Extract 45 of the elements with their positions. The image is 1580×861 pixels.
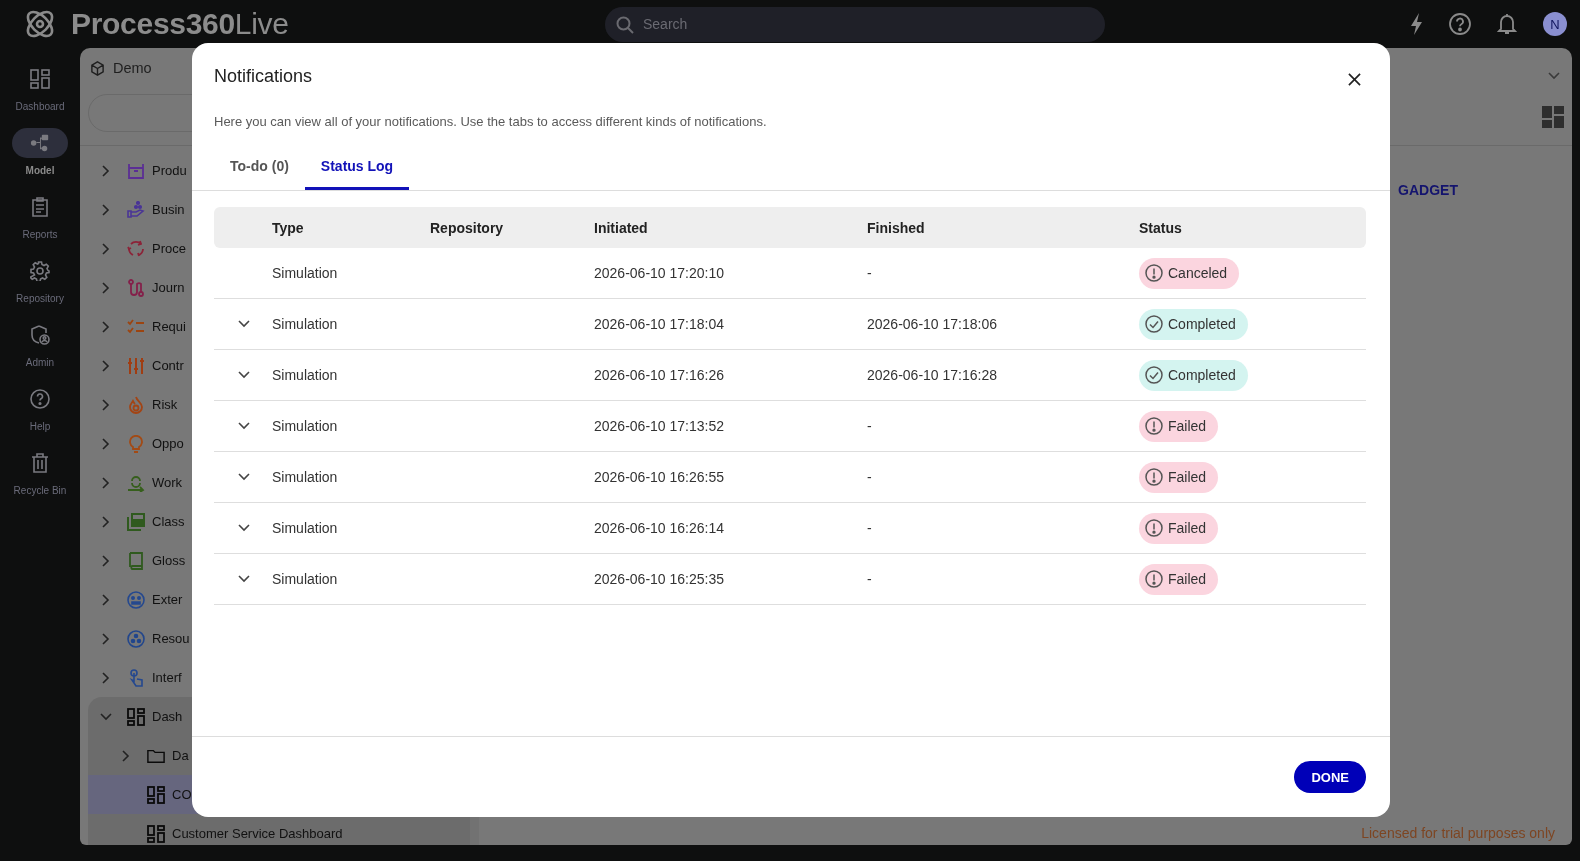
app-logo: Process360Live [71, 7, 289, 41]
nav-label: Recycle Bin [13, 484, 67, 498]
column-header: Type [272, 219, 305, 236]
table-cell-text: 2026-06-10 17:13:52 [594, 418, 725, 434]
table-cell-text: Simulation [272, 265, 339, 281]
status-badge: Completed [1139, 308, 1248, 340]
table-cell-text: 2026-06-10 16:25:35 [594, 571, 725, 587]
nav-label: Model [25, 164, 55, 178]
table-cell-text: 2026-06-10 17:18:04 [594, 316, 725, 332]
table-cell-text: - [867, 571, 873, 587]
status-badge: Failed [1139, 563, 1219, 595]
table-cell-text: 2026-06-10 16:26:55 [594, 469, 725, 485]
table-cell-text: - [867, 418, 873, 434]
nav-label: Help [29, 420, 51, 434]
table-cell-text: Simulation [272, 418, 339, 434]
column-header: Status [1139, 219, 1183, 236]
column-header: Repository [430, 219, 505, 236]
status-badge: Failed [1139, 410, 1219, 442]
table-cell-text: Simulation [272, 316, 339, 332]
table-cell-text: - [867, 520, 873, 536]
column-header: Finished [867, 219, 926, 236]
column-header: Initiated [594, 219, 649, 236]
table-cell-text: 2026-06-10 17:18:06 [867, 316, 998, 332]
repository-title: Demo [113, 60, 152, 76]
nav-label: Reports [22, 228, 58, 242]
table-cell-text: 2026-06-10 17:20:10 [594, 265, 725, 281]
table-cell-text: 2026-06-10 17:16:28 [867, 367, 998, 383]
nav-label: Admin [25, 356, 55, 370]
dialog-description: Here you can view all of your notifications. Use the tabs to access different kinds of notifications. [214, 113, 768, 131]
table-cell-text: - [867, 469, 873, 485]
status-badge: Failed [1139, 512, 1219, 544]
status-badge: Completed [1139, 359, 1248, 391]
table-cell-text: Simulation [272, 367, 339, 383]
table-cell-text: - [867, 265, 873, 281]
status-badge: Failed [1139, 461, 1219, 493]
table-cell-text: 2026-06-10 17:16:26 [594, 367, 725, 383]
license-note: Licensed for trial purposes only [1361, 825, 1555, 841]
table-cell-text: Simulation [272, 520, 339, 536]
table-cell-text: 2026-06-10 16:26:14 [594, 520, 725, 536]
nav-label: Repository [16, 292, 64, 306]
table-cell-text: Simulation [272, 571, 339, 587]
nav-label: Dashboard [15, 100, 65, 114]
status-badge: Canceled [1139, 257, 1240, 289]
table-cell-text: Simulation [272, 469, 339, 485]
dialog-title: Notifications [214, 65, 313, 88]
